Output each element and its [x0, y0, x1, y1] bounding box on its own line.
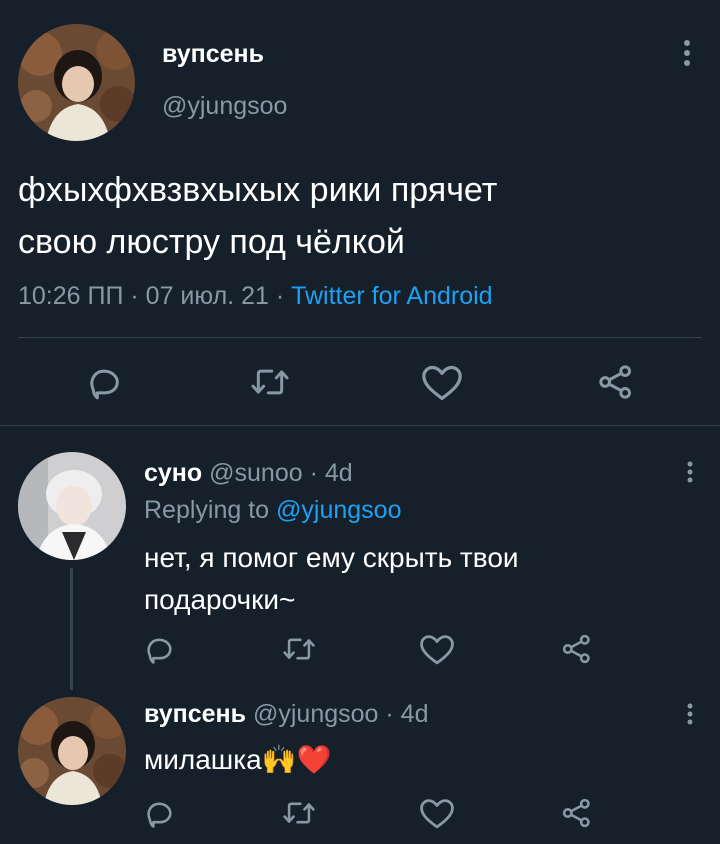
author-handle[interactable]: @sunoo [209, 459, 303, 487]
share-icon[interactable] [560, 632, 594, 666]
divider [18, 337, 702, 338]
more-icon[interactable] [684, 460, 696, 486]
author-name[interactable]: суно [144, 459, 202, 487]
share-icon[interactable] [596, 362, 636, 402]
tweet-time: 10:26 ПП [18, 282, 124, 310]
meta-separator: · [268, 282, 292, 310]
tweet-meta: 10:26 ПП · 07 июл. 21 · Twitter for Andr… [18, 282, 493, 311]
retweet-icon[interactable] [280, 632, 318, 666]
author-handle[interactable]: @yjungsoo [162, 92, 287, 121]
retweet-icon[interactable] [248, 362, 292, 402]
reply-icon[interactable] [142, 632, 176, 666]
meta-separator: · [123, 282, 146, 310]
divider [0, 425, 720, 426]
tweet-age: · 4d [309, 459, 353, 487]
tweet-age: · 4d [385, 700, 429, 728]
author-handle[interactable]: @yjungsoo [253, 700, 378, 728]
retweet-icon[interactable] [280, 796, 318, 830]
more-icon[interactable] [684, 702, 696, 728]
more-icon[interactable] [680, 38, 694, 70]
tweet-text: нет, я помог ему скрыть твои подарочки~ [144, 537, 519, 621]
reply-icon[interactable] [84, 362, 124, 402]
replying-to-label: Replying to [144, 496, 277, 524]
tweet-text: милашка🙌❤️ [144, 744, 332, 775]
avatar[interactable] [18, 452, 126, 560]
thread-line [70, 568, 73, 690]
replying-to: Replying to @yjungsoo [144, 496, 401, 525]
replying-to-handle[interactable]: @yjungsoo [276, 496, 401, 524]
reply-header: суно @sunoo · 4d [144, 459, 353, 488]
author-name[interactable]: вупсень [144, 700, 246, 728]
tweet-source[interactable]: Twitter for Android [291, 282, 492, 310]
reply-header: вупсень @yjungsoo · 4d [144, 700, 428, 729]
avatar[interactable] [18, 697, 126, 805]
tweet-text: фхыхфхвзвхыхых рики прячет свою люстру п… [18, 164, 497, 268]
reply-icon[interactable] [142, 796, 176, 830]
like-icon[interactable] [418, 796, 456, 830]
tweet-text-line: фхыхфхвзвхыхых рики прячет [18, 171, 498, 209]
like-icon[interactable] [418, 632, 456, 666]
tweet-text-line: нет, я помог ему скрыть твои [144, 542, 519, 573]
like-icon[interactable] [420, 362, 464, 402]
tweet-text-line: подарочки~ [144, 584, 296, 615]
tweet-text-line: свою люстру под чёлкой [18, 223, 405, 261]
tweet-date: 07 июл. 21 [145, 282, 269, 310]
author-name[interactable]: вупсень [162, 40, 264, 69]
avatar[interactable] [18, 24, 135, 141]
share-icon[interactable] [560, 796, 594, 830]
